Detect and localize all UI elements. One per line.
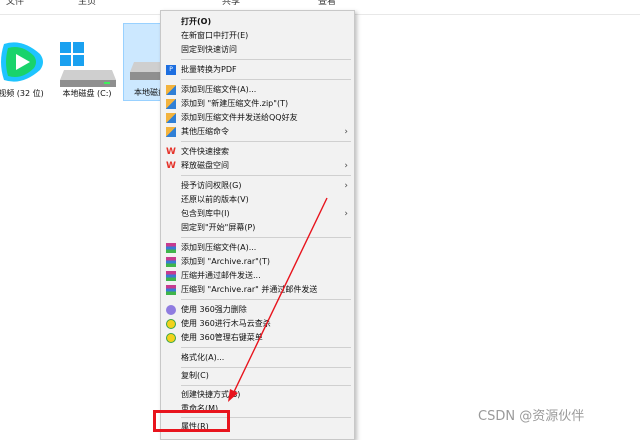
watermark: CSDN @资源伙伴 — [478, 409, 585, 424]
annotation-highlight-box — [153, 410, 230, 432]
annotation-arrow — [231, 197, 328, 397]
annotation-overlay — [228, 197, 328, 402]
annotation-arrowhead — [228, 389, 238, 402]
